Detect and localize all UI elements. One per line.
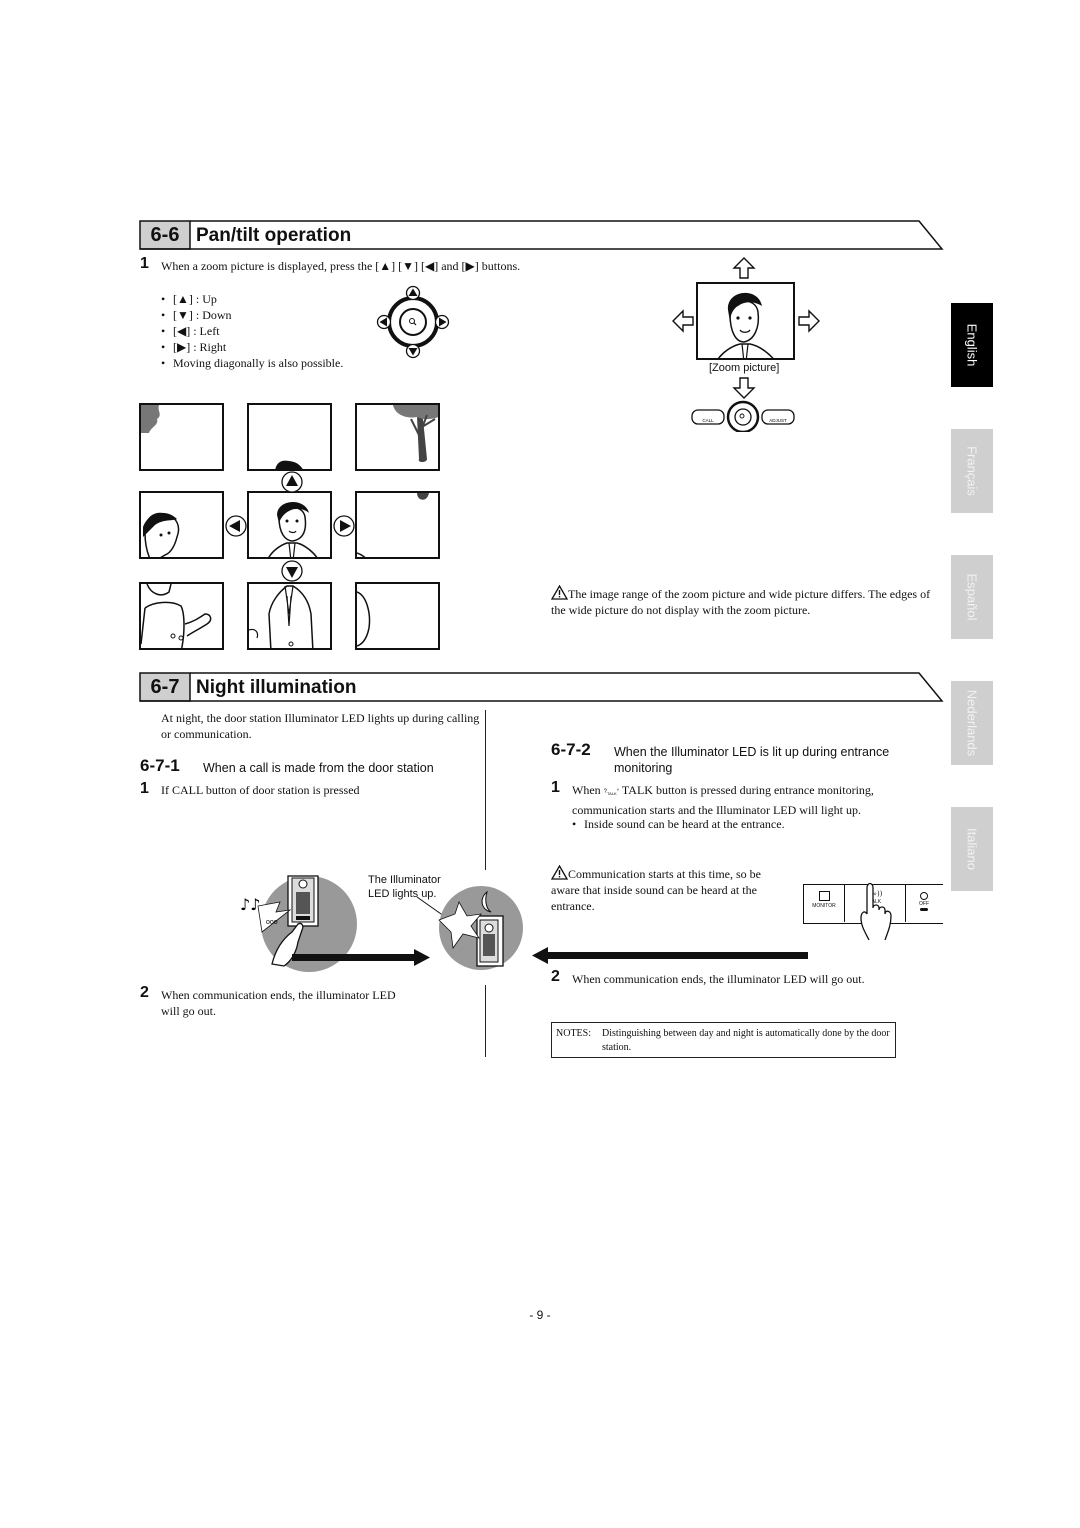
list-item: [▼] : Down — [161, 307, 381, 323]
grid-frame-bottom-center — [247, 582, 332, 650]
monitor-button-label: MONITOR — [812, 903, 836, 909]
monitoring-caution: Communication starts at this time, so be… — [550, 864, 791, 914]
talk-icon: ?TALK° — [603, 789, 620, 797]
step-text: When a zoom picture is displayed, press … — [161, 259, 521, 273]
section-6-6-header: 6-6 Pan/tilt operation — [139, 220, 944, 250]
dpad-illustration — [376, 285, 450, 359]
language-tab-italiano[interactable]: Italiano — [951, 807, 993, 891]
grid-frame-top-left — [139, 403, 224, 471]
section-title: Night illumination — [196, 677, 357, 698]
grid-frame-top-center — [247, 403, 332, 471]
grid-frame-middle-right — [355, 491, 440, 559]
language-tab-label: Nederlands — [964, 689, 980, 757]
svg-text:ooo: ooo — [266, 919, 278, 926]
step-text: When communication ends, the illuminator… — [572, 972, 865, 986]
language-tab-label: Français — [964, 446, 980, 496]
language-tab-francais[interactable]: Français — [951, 429, 993, 513]
notes-label: NOTES: — [556, 1028, 591, 1039]
subsection-title: When the Illuminator LED is lit up durin… — [614, 745, 890, 775]
night-intro-text: At night, the door station Illuminator L… — [161, 711, 480, 741]
warning-icon — [550, 584, 569, 600]
grid-frame-bottom-right — [355, 582, 440, 650]
grid-frame-top-right — [355, 403, 440, 471]
language-tab-nederlands[interactable]: Nederlands — [951, 681, 993, 765]
right-thick-arrow-icon — [292, 949, 430, 966]
language-tab-label: Italiano — [964, 828, 980, 870]
off-button-label: OFF — [919, 901, 929, 907]
subsection-number: 6-7-2 — [551, 740, 591, 759]
zoom-right-outline-arrow-icon — [798, 309, 820, 333]
off-button[interactable]: OFF — [906, 885, 942, 922]
step-number: 2 — [551, 968, 560, 985]
language-tab-espanol[interactable]: Español — [951, 555, 993, 639]
zoom-up-outline-arrow-icon — [732, 257, 756, 279]
list-item: Moving diagonally is also possible. — [161, 355, 381, 371]
down-arrow-icon — [281, 560, 303, 582]
off-indicator-icon — [920, 892, 928, 900]
list-item: Inside sound can be heard at the entranc… — [572, 816, 912, 832]
list-item: [▲] : Up — [161, 291, 381, 307]
zoom-left-outline-arrow-icon — [672, 309, 694, 333]
step-text: If CALL button of door station is presse… — [161, 783, 360, 797]
left-thick-arrow-icon — [532, 947, 808, 964]
monitor-icon — [818, 891, 830, 901]
right-arrow-icon — [333, 515, 355, 537]
section-title: Pan/tilt operation — [196, 225, 352, 246]
step-number: 1 — [140, 255, 149, 272]
up-arrow-icon — [281, 471, 303, 493]
left-arrow-icon — [225, 515, 247, 537]
music-note-icon: ♪♪ — [240, 895, 260, 914]
grid-frame-bottom-left — [139, 582, 224, 650]
notes-text: Distinguishing between day and night is … — [602, 1028, 890, 1053]
monitoring-bullets: Inside sound can be heard at the entranc… — [572, 816, 912, 832]
pressing-hand-icon — [860, 882, 892, 941]
language-tab-label: English — [964, 323, 980, 367]
list-item: [▶] : Right — [161, 339, 381, 355]
section-number: 6-6 — [150, 224, 180, 246]
caution-text: Communication starts at this time, so be… — [551, 867, 761, 913]
step-number: 1 — [551, 779, 560, 796]
section-6-7-header: 6-7 Night illumination — [139, 672, 944, 702]
caution-text: The image range of the zoom picture and … — [551, 587, 931, 617]
language-tab-label: Español — [964, 573, 980, 621]
talk-icon-label: TALK — [607, 791, 617, 797]
subsection-number: 6-7-1 — [140, 756, 180, 775]
control-panel-illustration: CALL ADJUST — [691, 400, 795, 432]
column-divider — [485, 710, 486, 870]
direction-list: [▲] : Up [▼] : Down [◀] : Left [▶] : Rig… — [161, 291, 381, 371]
door-station-lit-illustration — [438, 886, 523, 970]
zoom-picture-caption: [Zoom picture] — [709, 362, 780, 374]
pan-caution-text: The image range of the zoom picture and … — [550, 584, 936, 618]
subsection-title: When a call is made from the door statio… — [203, 761, 434, 775]
step-text: When communication ends, the illuminator… — [161, 988, 396, 1018]
step-pre-text: When — [572, 783, 601, 797]
monitor-button[interactable]: MONITOR — [804, 885, 845, 922]
step-number: 2 — [140, 984, 149, 1001]
grid-frame-middle-center — [247, 491, 332, 559]
grid-frame-middle-left — [139, 491, 224, 559]
panel-adjust-label: ADJUST — [769, 418, 787, 423]
page-number: - 9 - — [529, 1308, 551, 1322]
step-number: 1 — [140, 780, 149, 797]
section-number: 6-7 — [150, 676, 180, 698]
panel-call-label: CALL — [702, 418, 714, 423]
warning-icon — [550, 864, 569, 880]
led-bar-icon — [920, 908, 928, 911]
step-text: When ?TALK° TALK button is pressed durin… — [572, 782, 917, 818]
list-item: [◀] : Left — [161, 323, 381, 339]
language-tab-english[interactable]: English — [951, 303, 993, 387]
notes-box: NOTES: Distinguishing between day and ni… — [551, 1022, 896, 1058]
column-divider — [485, 985, 486, 1057]
zoom-picture-frame — [696, 282, 795, 360]
zoom-down-outline-arrow-icon — [732, 377, 756, 399]
